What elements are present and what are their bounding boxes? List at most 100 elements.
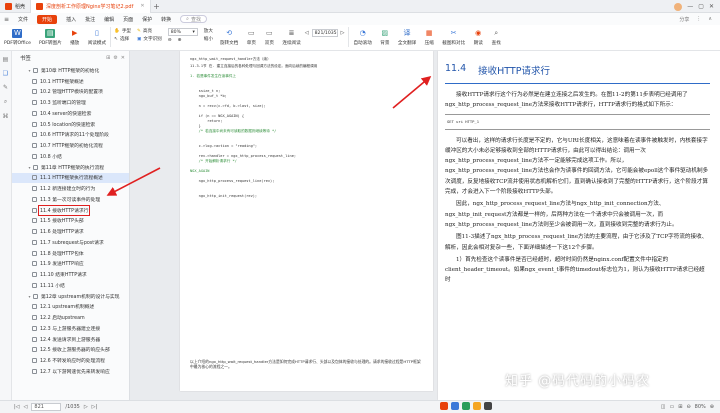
bookmark-item[interactable]: 10.7 HTTP框架的初始化流程 xyxy=(12,140,129,151)
zoom-in-icon[interactable]: ⊕ xyxy=(710,404,714,410)
bookmark-item[interactable]: 10.5 location的快速检索 xyxy=(12,119,129,130)
prev-page-button[interactable]: ◁ xyxy=(24,404,28,410)
menu-start[interactable]: 开始 xyxy=(37,14,58,24)
bookmark-item[interactable]: 11.3 第一次可读事件的处理 xyxy=(12,194,129,205)
bookmark-icon[interactable]: ❑ xyxy=(3,70,8,77)
tray-app-icon[interactable] xyxy=(473,402,481,410)
menu-convert[interactable]: 转换 xyxy=(161,16,171,23)
bookmark-item[interactable]: 11.9 发送HTTP响应 xyxy=(12,259,129,270)
bookmark-item[interactable]: 11.8 处理HTTP包体 xyxy=(12,248,129,259)
bookmark-item[interactable]: 11.10 结束HTTP请求 xyxy=(12,269,129,280)
page-input[interactable]: 821/1035 xyxy=(311,29,338,37)
continuous-read-button[interactable]: ≣ 连续阅读 xyxy=(278,25,304,49)
rotate-button[interactable]: ⟲ 旋转文档 xyxy=(216,25,242,49)
background-button[interactable]: ▨ 背景 xyxy=(376,25,394,49)
zoom-out-button[interactable]: 缩小 xyxy=(204,36,213,42)
prev-page-icon[interactable]: ◁ xyxy=(305,30,309,36)
last-page-button[interactable]: ▷| xyxy=(92,404,98,410)
find-box[interactable]: ⌕ 查找 xyxy=(180,15,207,23)
ocr-button[interactable]: ▣ 文字识别 xyxy=(137,36,162,43)
zoom-out-icon[interactable]: ⊖ xyxy=(686,404,690,410)
bookmark-item[interactable]: 10.3 监听端口的管理 xyxy=(12,97,129,108)
auto-scroll-button[interactable]: ◔ 自动滚动 xyxy=(349,25,375,49)
search-icon[interactable]: ⌕ xyxy=(4,98,7,106)
annotation-icon[interactable]: ✎ xyxy=(3,84,8,91)
tray-app-icon[interactable] xyxy=(440,402,448,410)
collapse-ribbon-icon[interactable]: ∧ xyxy=(708,16,712,23)
highlight-button[interactable]: ✎ 高亮 xyxy=(137,28,162,35)
read-aloud-button[interactable]: ◉ 朗读 xyxy=(469,25,487,49)
bookmark-item[interactable]: 12.1 upstream机制概述 xyxy=(12,302,129,313)
zoom-in-icon[interactable]: ⊕ xyxy=(178,38,182,43)
share-button[interactable]: 分享 xyxy=(679,16,689,23)
bookmark-item[interactable]: 10.4 server的快速检索 xyxy=(12,108,129,119)
thumbnail-icon[interactable]: ▤ xyxy=(3,56,9,63)
bookmark-item[interactable]: 10.2 管理HTTP模块的配置项 xyxy=(12,87,129,98)
bookmark-item[interactable]: 12.7 以下游网速优先来转发响应 xyxy=(12,366,129,377)
bookmark-item[interactable]: 11.1 HTTP框架执行流程概述 xyxy=(12,172,129,184)
close-window-icon[interactable]: ✕ xyxy=(709,3,714,10)
bookmark-item[interactable]: 11.6 处理HTTP请求 xyxy=(12,226,129,237)
chevron-down-icon[interactable]: ▾ xyxy=(26,294,33,299)
tab-home[interactable]: 稻壳 xyxy=(0,0,30,13)
minimize-icon[interactable]: — xyxy=(687,3,693,10)
settings-icon[interactable]: ⚙ xyxy=(113,55,117,61)
bookmark-item[interactable]: 12.5 接收上游服务器的响应头部 xyxy=(12,345,129,356)
chevron-down-icon[interactable]: ▾ xyxy=(26,68,33,73)
next-page-button[interactable]: ▷ xyxy=(84,404,88,410)
new-tab-button[interactable]: + xyxy=(151,2,163,11)
pdf-to-image-button[interactable]: ▤ PDF转图片 xyxy=(35,25,66,49)
tray-app-icon[interactable] xyxy=(451,402,459,410)
bookmark-item[interactable]: 12.6 不转发响应时的处理流程 xyxy=(12,355,129,366)
double-page-button[interactable]: ▭ 双页 xyxy=(260,25,278,49)
page-number-input[interactable]: 821 xyxy=(31,403,62,411)
attachment-icon[interactable]: ⌘ xyxy=(3,113,9,120)
hand-tool-button[interactable]: ✋ 手型 xyxy=(114,28,131,35)
tray-app-icon[interactable] xyxy=(484,402,492,410)
bookmark-chapter[interactable]: ▾ 第12章 upstream机制的设计与实现 xyxy=(12,291,129,302)
avatar[interactable] xyxy=(674,2,683,11)
play-button[interactable]: ▶ 播放 xyxy=(66,25,84,49)
tab-document[interactable]: 深度剖析工作原理Nginx学习笔记2.pdf ✕ xyxy=(30,0,151,13)
maximize-icon[interactable]: ▢ xyxy=(698,3,704,10)
add-bookmark-icon[interactable]: ⊞ xyxy=(106,55,110,61)
bookmark-item[interactable]: 11.5 接收HTTP头部 xyxy=(12,216,129,227)
bookmark-item[interactable]: 10.1 HTTP框架概述 xyxy=(12,76,129,87)
bookmark-item[interactable]: 11.7 subrequest与post请求 xyxy=(12,237,129,248)
hamburger-menu-icon[interactable]: ≡ xyxy=(4,16,9,23)
first-page-button[interactable]: |◁ xyxy=(14,404,20,410)
bookmark-item[interactable]: 10.6 HTTP请求的11个处理阶段 xyxy=(12,130,129,141)
bookmark-chapter[interactable]: ▾ 第10章 HTTP框架的初始化 xyxy=(12,65,129,76)
screenshot-compare-button[interactable]: ✂ 截图和对比 xyxy=(438,25,469,49)
menu-insert[interactable]: 插入 xyxy=(66,16,76,23)
close-tab-icon[interactable]: ✕ xyxy=(140,3,144,9)
zoom-in-button[interactable]: 放大 xyxy=(204,28,213,34)
menu-page[interactable]: 页面 xyxy=(123,16,133,23)
bookmark-chapter[interactable]: ▾ 第11章 HTTP框架的执行流程 xyxy=(12,162,129,173)
menu-edit[interactable]: 编辑 xyxy=(104,16,114,23)
close-panel-icon[interactable]: ✕ xyxy=(121,55,125,61)
chevron-down-icon[interactable]: ▾ xyxy=(26,165,33,170)
bookmark-item[interactable]: 12.4 发送请求到上游服务器 xyxy=(12,334,129,345)
single-view-icon[interactable]: ▭ xyxy=(670,404,675,410)
reading-mode-button[interactable]: ▯ 阅读模式 xyxy=(84,25,110,49)
zoom-select[interactable]: 80% ▾ xyxy=(167,28,198,36)
pdf-to-office-button[interactable]: W PDF转Office xyxy=(0,25,35,49)
bookmark-item[interactable]: 11.4 接收HTTP请求行 xyxy=(12,204,129,216)
find-button[interactable]: ⌕ 查找 xyxy=(487,25,505,49)
menu-file[interactable]: 文件 xyxy=(18,16,28,23)
translate-button[interactable]: 译全文翻译 xyxy=(394,25,420,49)
menu-annotate[interactable]: 批注 xyxy=(85,16,95,23)
tray-app-icon[interactable] xyxy=(462,402,470,410)
bookmark-item[interactable]: 12.2 启动upstream xyxy=(12,312,129,323)
next-page-icon[interactable]: ▷ xyxy=(341,30,345,36)
single-page-button[interactable]: ▭ 单页 xyxy=(242,25,260,49)
view-mode-icon[interactable]: ◫ xyxy=(661,404,666,410)
compress-button[interactable]: ▦ 压缩 xyxy=(420,25,438,49)
bookmark-item[interactable]: 10.8 小结 xyxy=(12,151,129,162)
menu-protect[interactable]: 保护 xyxy=(142,16,152,23)
zoom-out-icon[interactable]: ⊖ xyxy=(168,38,172,43)
select-tool-button[interactable]: ↖ 选择 xyxy=(114,36,131,43)
bookmark-item[interactable]: 11.11 小结 xyxy=(12,280,129,291)
grid-view-icon[interactable]: ⊞ xyxy=(678,404,682,410)
